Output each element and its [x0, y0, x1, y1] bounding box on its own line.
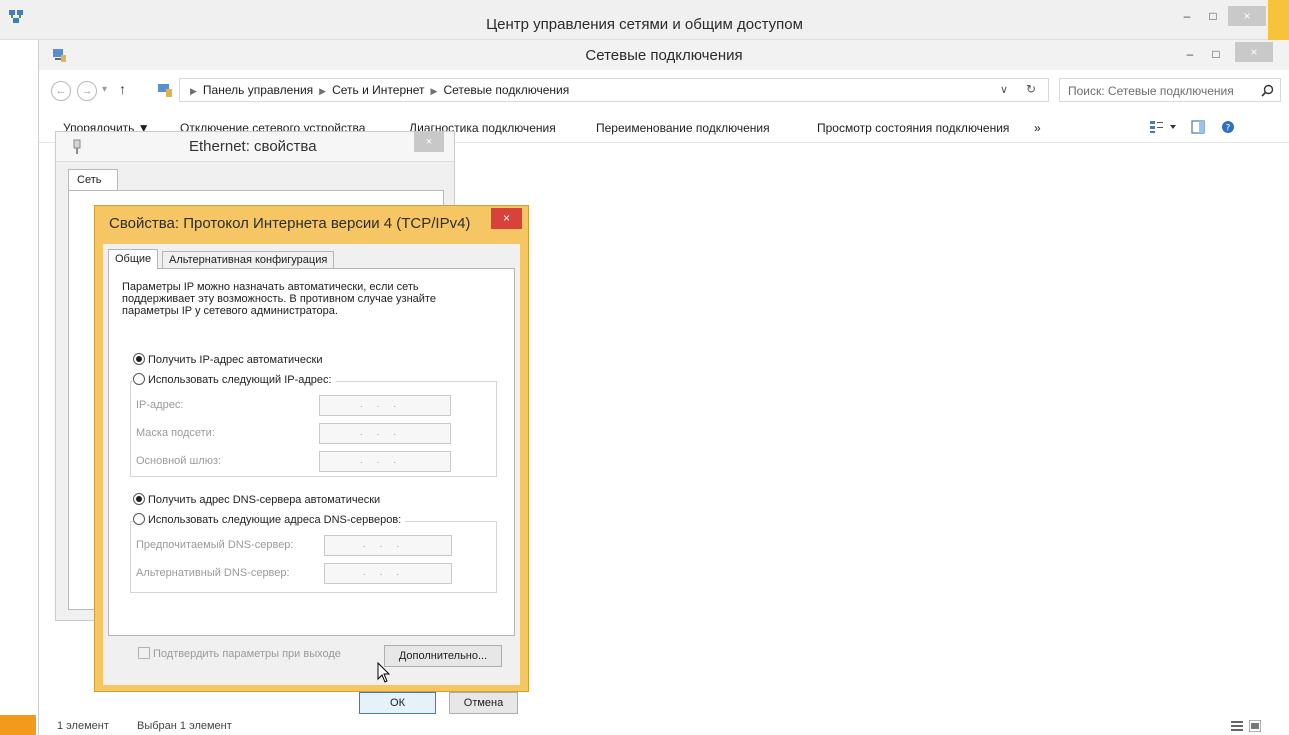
explorer-maximize-button[interactable]: □ — [1205, 44, 1227, 64]
explorer-titlebar: Сетевые подключения – □ × — [39, 40, 1289, 70]
dns-auto-radio[interactable]: Получить адрес DNS-сервера автоматически — [133, 493, 380, 506]
back-button[interactable]: ← — [51, 81, 71, 101]
outer-minimize-button[interactable]: – — [1176, 6, 1198, 26]
tab-general[interactable]: Общие — [108, 249, 159, 269]
dns-manual-radio[interactable]: Использовать следующие адреса DNS-сервер… — [133, 513, 406, 526]
dns-manual-label: Использовать следующие адреса DNS-сервер… — [148, 514, 402, 526]
explorer-close-button[interactable]: × — [1235, 42, 1273, 62]
preview-pane-icon[interactable] — [1191, 120, 1205, 134]
explorer-minimize-button[interactable]: – — [1179, 44, 1201, 64]
outer-maximize-button[interactable]: □ — [1202, 6, 1224, 26]
ip-auto-radio[interactable]: Получить IP-адрес автоматически — [133, 353, 322, 366]
advanced-button[interactable]: Дополнительно... — [384, 645, 502, 667]
forward-button[interactable]: → — [77, 81, 97, 101]
ethernet-dialog-title: Ethernet: свойства — [189, 138, 317, 155]
search-input[interactable]: Поиск: Сетевые подключения — [1059, 78, 1281, 102]
outer-close-button[interactable]: × — [1228, 6, 1266, 26]
outer-window-title: Центр управления сетями и общим доступом — [486, 16, 803, 33]
ip-info-line: поддерживает эту возможность. В противно… — [122, 293, 436, 305]
validate-on-exit-checkbox[interactable]: Подтвердить параметры при выходе — [138, 647, 341, 660]
ip-address-label: IP-адрес: — [136, 399, 184, 411]
selection-count: Выбран 1 элемент — [137, 720, 232, 732]
radio-selected-icon — [133, 493, 145, 505]
ethernet-close-button[interactable]: × — [414, 132, 444, 152]
status-bar: 1 элемент Выбран 1 элемент — [39, 718, 1289, 735]
ip-manual-radio[interactable]: Использовать следующий IP-адрес: — [133, 373, 336, 386]
preferred-dns-field[interactable]: ... — [324, 535, 452, 556]
cancel-button[interactable]: Отмена — [449, 692, 518, 714]
ip-info-line: параметры IP у сетевого администратора. — [122, 305, 338, 317]
ip-manual-label: Использовать следующий IP-адрес: — [148, 374, 332, 386]
ipv4-dialog-body: Общие Альтернативная конфигурация Параме… — [103, 244, 520, 714]
subnet-mask-field[interactable]: ... — [319, 423, 451, 444]
ip-info-text: Параметры IP можно назначать автоматичес… — [122, 281, 482, 317]
subnet-mask-label: Маска подсети: — [136, 427, 215, 439]
radio-selected-icon — [133, 353, 145, 365]
view-status-button[interactable]: Просмотр состояния подключения — [817, 121, 1009, 135]
breadcrumb-network-internet[interactable]: Сеть и Интернет — [332, 83, 424, 97]
details-view-icon[interactable] — [1231, 720, 1243, 732]
recent-locations-dropdown[interactable]: ▾ — [102, 84, 107, 95]
ip-address-field[interactable]: ... — [319, 395, 451, 416]
search-placeholder: Поиск: Сетевые подключения — [1068, 84, 1234, 98]
preferred-dns-label: Предпочитаемый DNS-сервер: — [136, 539, 294, 551]
address-dropdown-icon[interactable]: ∨ — [1000, 83, 1008, 96]
large-icons-view-icon[interactable] — [1249, 720, 1261, 732]
ipv4-properties-dialog: Свойства: Протокол Интернета версии 4 (T… — [94, 205, 529, 714]
more-commands-button[interactable]: » — [1034, 121, 1041, 135]
ok-button[interactable]: ОК — [359, 692, 436, 714]
radio-unselected-icon — [133, 513, 145, 525]
breadcrumb-network-connections[interactable]: Сетевые подключения — [443, 83, 569, 97]
refresh-icon[interactable]: ↻ — [1026, 82, 1036, 96]
default-gateway-field[interactable]: ... — [319, 451, 451, 472]
up-button[interactable]: ↑ — [119, 81, 126, 97]
radio-unselected-icon — [133, 373, 145, 385]
address-input[interactable]: ▶ Панель управления ▶ Сеть и Интернет ▶ Сетев… — [179, 78, 1049, 102]
tab-alternate-configuration[interactable]: Альтернативная конфигурация — [162, 251, 335, 269]
ipv4-close-button[interactable]: × — [491, 208, 522, 229]
dns-auto-label: Получить адрес DNS-сервера автоматически — [148, 494, 381, 506]
checkbox-unchecked-icon — [138, 647, 150, 659]
rename-button[interactable]: Переименование подключения — [596, 121, 770, 135]
breadcrumb: ▶ Панель управления ▶ Сеть и Интернет ▶ Сетев… — [190, 83, 570, 97]
item-count: 1 элемент — [57, 720, 109, 732]
outer-window-titlebar: Центр управления сетями и общим доступом… — [0, 0, 1289, 40]
search-icon[interactable] — [1261, 84, 1274, 97]
alternate-dns-field[interactable]: ... — [324, 563, 452, 584]
svg-text:?: ? — [1226, 124, 1231, 134]
address-bar: ← → ▾ ↑ ▶ Панель управления ▶ Сеть и Интерн… — [39, 77, 1289, 105]
default-gateway-label: Основной шлюз: — [136, 455, 222, 467]
ipv4-dialog-title: Свойства: Протокол Интернета версии 4 (T… — [109, 215, 471, 232]
ip-auto-label: Получить IP-адрес автоматически — [148, 354, 323, 366]
ethernet-titlebar: Ethernet: свойства × — [56, 132, 454, 162]
orange-accent-strip — [1268, 0, 1289, 40]
general-tab-panel: Параметры IP можно назначать автоматичес… — [108, 268, 515, 636]
mouse-cursor-icon — [377, 662, 391, 683]
tab-network[interactable]: Сеть — [68, 169, 118, 191]
change-view-icon[interactable] — [1149, 120, 1179, 134]
help-icon[interactable]: ? — [1221, 120, 1235, 134]
breadcrumb-control-panel[interactable]: Панель управления — [203, 83, 313, 97]
alternate-dns-label: Альтернативный DNS-сервер: — [136, 567, 290, 579]
validate-on-exit-label: Подтвердить параметры при выходе — [153, 648, 341, 660]
taskbar-corner — [0, 715, 36, 735]
control-panel-icon — [158, 84, 172, 97]
ip-info-line: Параметры IP можно назначать автоматичес… — [122, 281, 419, 293]
explorer-title: Сетевые подключения — [585, 47, 743, 64]
ethernet-adapter-icon — [73, 139, 81, 154]
